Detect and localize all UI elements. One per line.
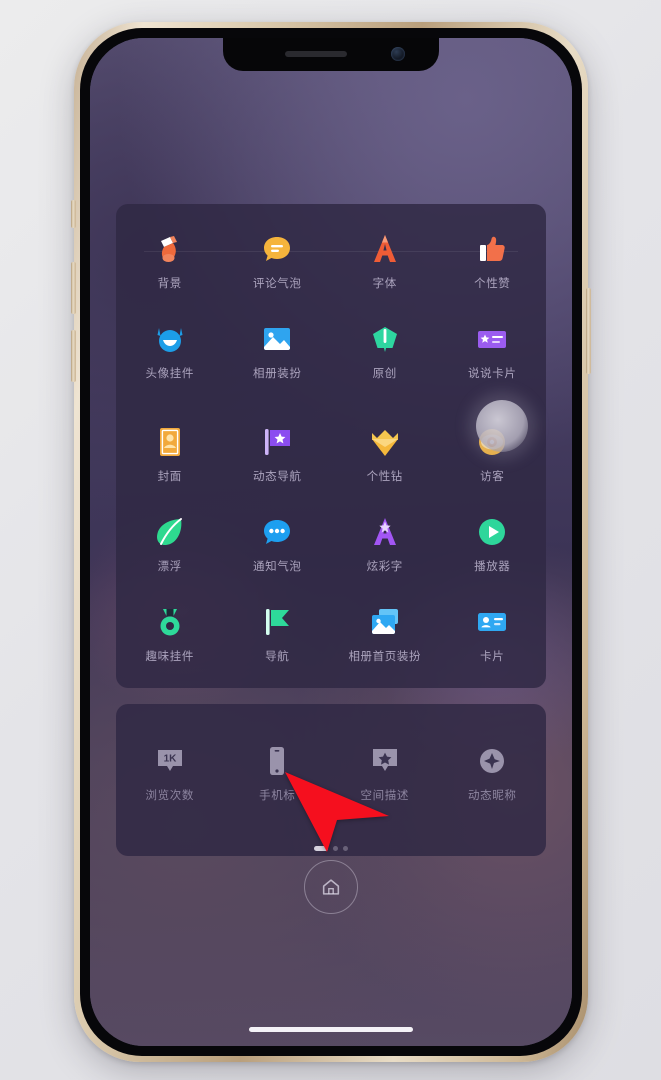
grid-item-label: 个性钻 xyxy=(366,471,403,483)
svg-text:1K: 1K xyxy=(163,754,177,765)
grid-item-label: 评论气泡 xyxy=(253,278,302,290)
mouse-cursor-arrow xyxy=(285,772,389,852)
grid-item-background[interactable]: 背景 xyxy=(116,232,224,291)
front-camera-icon xyxy=(391,47,405,61)
grid-item-cover[interactable]: 封面 xyxy=(116,425,224,484)
notification-bubble-icon xyxy=(260,515,294,549)
grid-item-label: 漂浮 xyxy=(157,561,182,573)
grid-item-music-player[interactable]: 播放器 xyxy=(439,515,547,574)
view-count-icon: 1K xyxy=(153,744,187,778)
home-button[interactable] xyxy=(304,860,358,914)
grid-item-view-count[interactable]: 1K 浏览次数 xyxy=(116,744,224,803)
letter-a-font-icon xyxy=(368,232,402,266)
paint-roller-icon xyxy=(153,232,187,266)
grid-item-dynamic-nickname[interactable]: 动态昵称 xyxy=(439,744,547,803)
phone-screen: 背景 评论气泡 字体 个性赞 头像挂件 相册装扮 原创 说说卡片 封面 动态导航… xyxy=(90,38,572,1046)
grid-item-label: 相册装扮 xyxy=(253,368,302,380)
grid-item-post-card[interactable]: 说说卡片 xyxy=(439,322,547,381)
grid-row: 背景 评论气泡 字体 个性赞 xyxy=(116,232,546,291)
grid-item-label: 封面 xyxy=(157,471,182,483)
grid-item-fun-pendant[interactable]: 趣味挂件 xyxy=(116,605,224,664)
grid-item-label: 相册首页装扮 xyxy=(348,651,422,663)
grid-item-floating[interactable]: 漂浮 xyxy=(116,515,224,574)
photo-album-icon xyxy=(260,322,294,356)
comment-bubble-icon xyxy=(260,232,294,266)
dynamic-nickname-icon xyxy=(475,744,509,778)
grid-item-label: 动态昵称 xyxy=(468,790,517,802)
grid-item-navigation[interactable]: 导航 xyxy=(224,605,332,664)
avatar-pendant-icon xyxy=(153,322,187,356)
grid-item-label: 字体 xyxy=(372,278,397,290)
grid-item-label: 导航 xyxy=(265,651,290,663)
home-icon xyxy=(322,879,340,895)
grid-item-label: 动态导航 xyxy=(253,471,302,483)
fun-pendant-icon xyxy=(153,605,187,639)
grid-item-label: 头像挂件 xyxy=(145,368,194,380)
grid-item-label: 炫彩字 xyxy=(366,561,403,573)
post-card-icon xyxy=(475,322,509,356)
volume-up-button[interactable] xyxy=(71,262,76,314)
screenshot-root: 背景 评论气泡 字体 个性赞 头像挂件 相册装扮 原创 说说卡片 封面 动态导航… xyxy=(0,0,661,1080)
album-home-icon xyxy=(368,605,402,639)
grid-item-album-home-theme[interactable]: 相册首页装扮 xyxy=(331,605,439,664)
grid-item-colorful-text[interactable]: 炫彩字 xyxy=(331,515,439,574)
thumbs-up-icon xyxy=(475,232,509,266)
card-icon xyxy=(475,605,509,639)
music-player-icon xyxy=(475,515,509,549)
grid-row: 趣味挂件 导航 相册首页装扮 卡片 xyxy=(116,605,546,664)
colorful-text-icon xyxy=(368,515,402,549)
power-button[interactable] xyxy=(586,288,591,374)
grid-item-avatar-pendant[interactable]: 头像挂件 xyxy=(116,322,224,381)
grid-item-comment-bubble[interactable]: 评论气泡 xyxy=(224,232,332,291)
volume-down-button[interactable] xyxy=(71,330,76,382)
grid-item-label: 卡片 xyxy=(480,651,505,663)
mute-switch-button[interactable] xyxy=(71,200,76,228)
decoration-store-grid: 背景 评论气泡 字体 个性赞 头像挂件 相册装扮 原创 说说卡片 封面 动态导航… xyxy=(116,204,546,688)
grid-item-label: 通知气泡 xyxy=(253,561,302,573)
grid-item-label: 访客 xyxy=(480,471,505,483)
grid-item-label: 原创 xyxy=(372,368,397,380)
grid-item-notification-bubble[interactable]: 通知气泡 xyxy=(224,515,332,574)
feed-flag-icon xyxy=(260,425,294,459)
grid-item-personal-diamond[interactable]: 个性钻 xyxy=(331,425,439,484)
grid-item-album-theme[interactable]: 相册装扮 xyxy=(224,322,332,381)
grid-row: 漂浮 通知气泡 炫彩字 播放器 xyxy=(116,515,546,574)
navigation-flag-icon xyxy=(260,605,294,639)
notch xyxy=(223,38,439,71)
home-indicator-bar[interactable] xyxy=(249,1027,413,1032)
floating-leaf-icon xyxy=(153,515,187,549)
grid-item-personal-like[interactable]: 个性赞 xyxy=(439,232,547,291)
crown-diamond-icon xyxy=(368,425,402,459)
earpiece-speaker-icon xyxy=(285,51,347,57)
grid-row: 头像挂件 相册装扮 原创 说说卡片 xyxy=(116,322,546,381)
grid-item-label: 背景 xyxy=(157,278,182,290)
grid-item-feed-nav[interactable]: 动态导航 xyxy=(224,425,332,484)
grid-item-label: 说说卡片 xyxy=(468,368,517,380)
grid-item-label: 个性赞 xyxy=(474,278,511,290)
grid-item-label: 浏览次数 xyxy=(145,790,194,802)
grid-item-font[interactable]: 字体 xyxy=(331,232,439,291)
grid-item-card[interactable]: 卡片 xyxy=(439,605,547,664)
original-pen-icon xyxy=(368,322,402,356)
touch-press-indicator xyxy=(476,400,528,452)
grid-item-label: 趣味挂件 xyxy=(145,651,194,663)
cover-page-icon xyxy=(153,425,187,459)
grid-item-original[interactable]: 原创 xyxy=(331,322,439,381)
grid-item-label: 播放器 xyxy=(474,561,511,573)
